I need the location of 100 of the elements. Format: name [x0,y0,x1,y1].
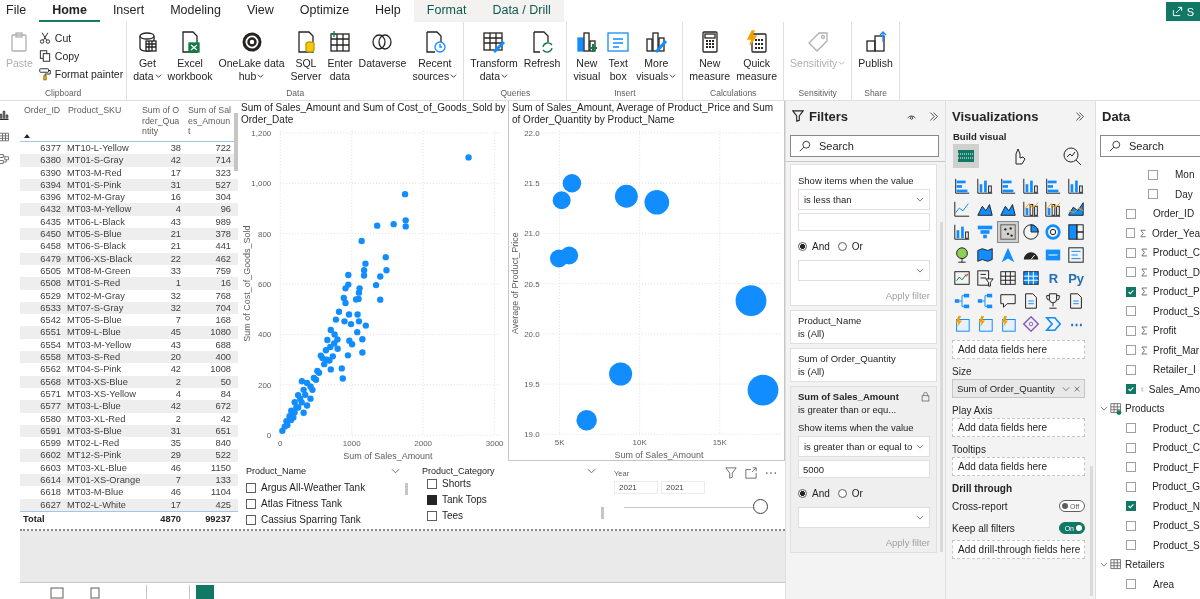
search-input[interactable]: Search [1127,136,1200,156]
ribbon-button[interactable]: Excel workbook [164,30,216,82]
radio-button[interactable]: And [798,241,830,252]
column-header[interactable]: Order_ID [24,105,62,116]
table-cell-text: MT03-S-Red [66,351,122,364]
field-name[interactable]: Profit [1153,325,1177,337]
filter-card[interactable]: Show items when the value is less than And Or Apply filter [790,164,937,306]
ribbon-button[interactable]: Recent sources [409,30,461,82]
table-cell-text: 6394 [39,178,62,192]
ribbon-button[interactable]: Publish [855,30,896,70]
ribbon-button[interactable]: Cut [37,30,124,45]
ribbon-button[interactable]: New measure [686,30,734,82]
ribbon-tab[interactable]: Optimize [286,0,363,22]
share-button[interactable]: S [1165,2,1200,21]
slicer-item[interactable]: Tank Tops [427,493,602,506]
ribbon-tab[interactable]: Format [413,0,480,22]
table-cell-text: 6505 [39,264,62,278]
well-title: Tooltips [952,444,987,455]
axis-tick-label: 15K [712,438,727,448]
field-name[interactable]: Order_ID [1153,208,1195,220]
input-field[interactable]: 2021 [614,481,658,494]
radio-button[interactable]: And [798,488,830,499]
slicer-item[interactable]: Argus All-Weather Tank [246,481,406,494]
ribbon-button[interactable]: Format painter [37,66,124,81]
ribbon-tab[interactable]: Insert [99,0,158,22]
ribbon-tab[interactable]: Data / Drill [479,0,564,22]
ribbon-button[interactable]: Copy [37,48,124,63]
table-name[interactable]: Retailers [1125,559,1165,571]
table-cell-text: 21 [169,228,182,241]
field-name[interactable]: Profit_Mar [1153,344,1200,356]
field-name[interactable]: Retailer_I [1153,364,1196,376]
ribbon-button[interactable]: SQL Server [287,30,325,82]
field-name[interactable]: Day [1175,188,1193,200]
ribbon-button[interactable]: Enter data [324,30,356,82]
slicer-item[interactable]: Shorts [427,477,602,490]
drop-zone[interactable]: Add data fields here [952,340,1085,359]
drop-zone[interactable]: Add drill-through fields here [952,540,1085,559]
drop-zone[interactable]: Add data fields here [952,418,1085,437]
field-name[interactable]: Product_C [1152,442,1200,454]
field-name[interactable]: Area [1153,578,1175,590]
filter-card[interactable]: Sum of Sales_Amount is greater than or equ... Show items when the value is greater than or equal to 5000 And Or Apply filter [790,386,937,553]
field-name[interactable]: Product_S [1153,520,1200,532]
ribbon-button[interactable]: Transform data [467,30,521,82]
table-name[interactable]: Products [1125,403,1165,415]
column-header[interactable]: Product_SKU [68,105,136,116]
field-name[interactable]: Product_P [1153,286,1200,298]
ribbon-button[interactable]: More visuals [633,30,680,82]
radio-button[interactable]: Or [837,488,863,499]
dropdown[interactable]: is greater than or equal to [798,436,930,457]
field-name[interactable]: Product_N [1152,500,1200,512]
field-name[interactable]: Mon [1175,169,1195,181]
ribbon-tab[interactable]: Modeling [157,0,234,22]
pane-title: Data [1102,108,1131,124]
filter-card[interactable]: Product_Name is (All) [790,310,937,344]
field-name[interactable]: Product_C [1152,247,1200,259]
field-name[interactable]: Product_S [1153,539,1200,551]
search-input[interactable]: Search [817,136,930,156]
column-header[interactable]: Sum of Sales_Amount [188,105,232,137]
filter-card[interactable]: Sum of Order_Quantity is (All) [790,348,937,382]
search-field[interactable]: Search [790,135,939,157]
field-name[interactable]: Sales_Amo [1148,383,1200,395]
slicer-item[interactable]: Tees [427,509,602,522]
field-name[interactable]: Product_C [1152,422,1200,434]
search-field[interactable]: Search [1100,135,1200,157]
ribbon-tab[interactable]: View [233,0,287,22]
field-well[interactable]: Sum of Order_Quantity [952,379,1085,398]
table-cell-text: 2 [174,375,182,388]
field-name[interactable]: Product_G [1152,481,1200,493]
input-field[interactable]: 5000 [798,460,930,478]
field-name[interactable]: Order_Yea [1152,227,1200,239]
table-cell-text: MT02-L-White [66,498,127,511]
field-name[interactable]: Product_F [1153,461,1200,473]
column-header[interactable]: Sum of Order_Quantity [142,105,182,137]
ribbon-button[interactable]: OneLake data hub [215,30,288,82]
ribbon-tab[interactable]: File [0,0,40,22]
radio-button[interactable]: Or [837,241,863,252]
table-cell-text: 168 [214,314,232,327]
ribbon-button[interactable]: Quick measure [733,30,781,82]
ribbon-tab[interactable]: Help [362,0,414,22]
field-name[interactable]: Product_S [1153,305,1200,317]
drop-zone[interactable]: Add data fields here [952,457,1085,476]
table-cell-text: 38 [169,142,182,155]
dropdown[interactable]: is less than [798,189,930,210]
slicer-item[interactable]: Cassius Sparring Tank [246,513,406,526]
filter-field: Product_Name [798,315,862,326]
ribbon-button[interactable]: Dataverse [355,30,410,70]
ribbon-button[interactable]: Get data [130,30,165,82]
table-cell-text: 704 [214,301,232,315]
table-cell-text: 6562 [39,363,62,376]
table-cell-text: 7 [174,474,182,487]
field-name[interactable]: Product_D [1152,266,1200,278]
axis-tick-label: 0 [266,431,272,441]
chart-title: Sum of Sales_Amount, Average of Product_Price and Sum of Order_Quantity by Product_Name [511,101,775,127]
ribbon-button[interactable]: Refresh [520,30,564,70]
table-cell-text: 16 [219,277,232,290]
table-cell-text: 672 [214,400,232,413]
slicer-item[interactable]: Atlas Fitness Tank [246,497,406,510]
ribbon-button[interactable]: New visual [570,30,604,82]
ribbon-button[interactable]: Text box [603,30,634,82]
input-field[interactable]: 2021 [661,481,705,494]
